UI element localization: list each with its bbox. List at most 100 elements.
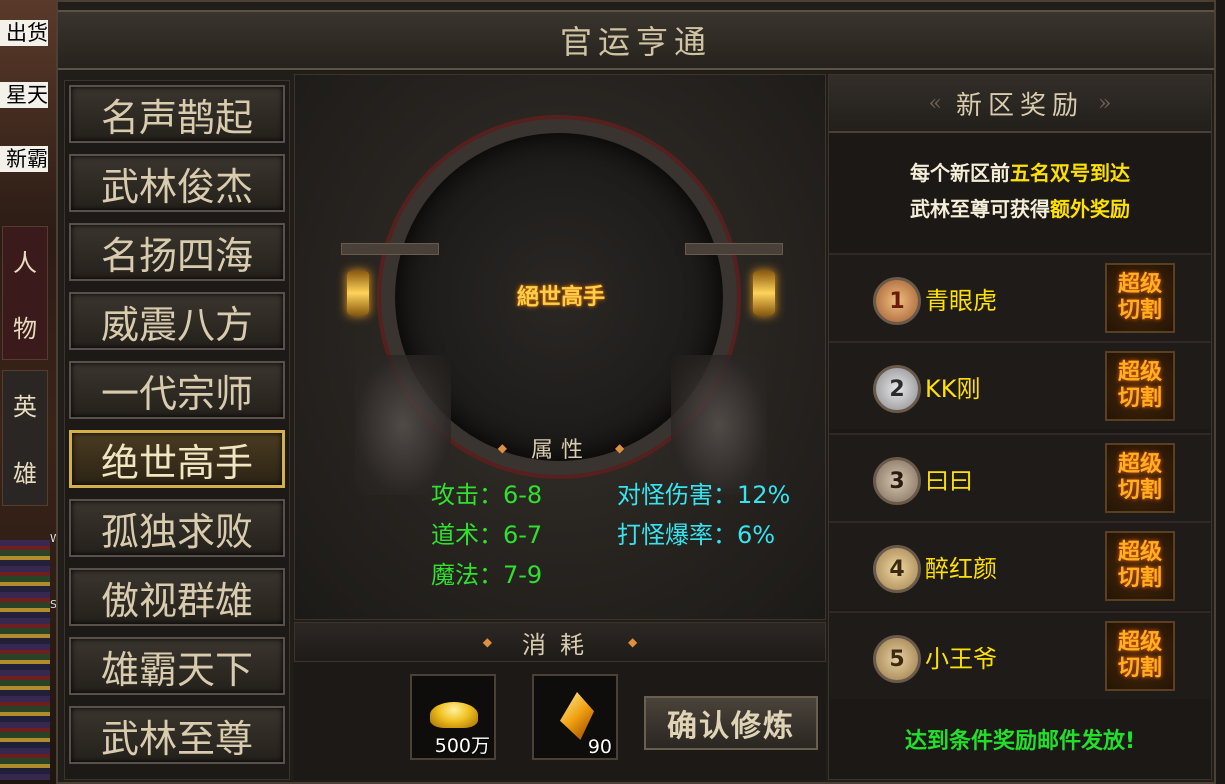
desc-highlight: 五名双号到达: [1010, 161, 1130, 185]
badge-line: 超级: [1117, 272, 1162, 297]
desc-highlight: 额外奖励: [1050, 197, 1130, 221]
game-background-strip: 出货 星天 新霸 人 物 英 雄 W D S: [0, 0, 56, 784]
lantern-bar: [685, 243, 783, 255]
badge-line: 切割: [1117, 298, 1162, 323]
player-nameplate: 出货: [0, 20, 48, 46]
attr-value: 6%: [737, 521, 776, 549]
desc-text: 武林至尊可获得: [910, 197, 1050, 221]
attr-value: 12%: [737, 481, 791, 509]
attr-attack: 攻击：6-8: [431, 475, 542, 510]
rank-item[interactable]: 雄霸天下: [69, 637, 285, 695]
lantern-bar: [341, 243, 439, 255]
character-tab-char: 物: [13, 314, 37, 343]
reward-footer-notice: 达到条件奖励邮件发放!: [904, 729, 1136, 754]
rank-item[interactable]: 威震八方: [69, 292, 285, 350]
attr-drop-rate: 打怪爆率：6%: [617, 515, 775, 550]
item-slot-gold[interactable]: 500万: [410, 674, 496, 760]
reward-row: 1 青眼虎 超级 切割: [829, 253, 1211, 341]
attr-label: 道术：: [431, 521, 503, 549]
diamond-icon: ◆: [482, 635, 492, 649]
rank-medal-icon: 4: [873, 545, 921, 593]
hero-tab-char: 雄: [13, 460, 37, 488]
rank-item[interactable]: 武林至尊: [69, 706, 285, 764]
super-cut-reward-icon[interactable]: 超级 切割: [1105, 443, 1175, 513]
amber-crystal-icon: [560, 692, 594, 740]
emblem-rank-title: 絕世高手: [516, 284, 605, 310]
rank-item[interactable]: 名扬四海: [69, 223, 285, 281]
rank-item-selected[interactable]: 绝世高手: [69, 430, 285, 488]
rank-item[interactable]: 名声鹊起: [69, 85, 285, 143]
attr-value: 7-9: [503, 561, 543, 589]
diamond-icon: ◆: [628, 635, 638, 649]
badge-line: 切割: [1117, 656, 1162, 681]
chevron-right-icon: »: [1098, 90, 1112, 116]
player-name: KK刚: [925, 375, 981, 403]
item-count: 90: [587, 736, 612, 758]
player-name: 青眼虎: [925, 287, 997, 315]
hero-tab[interactable]: 英 雄: [2, 370, 48, 506]
item-count: 500万: [434, 735, 490, 757]
attr-label: 攻击：: [431, 481, 503, 509]
attr-label: 对怪伤害：: [617, 481, 737, 509]
chat-log: [0, 540, 50, 780]
window-title: 官运亨通: [559, 23, 712, 61]
rank-list: 名声鹊起 武林俊杰 名扬四海 威震八方 一代宗师 绝世高手 孤独求败 傲视群雄 …: [64, 80, 290, 780]
reward-header: « 新区奖励 »: [829, 75, 1211, 133]
badge-line: 超级: [1117, 540, 1162, 565]
attr-value: 6-8: [503, 481, 543, 509]
attr-monster-damage: 对怪伤害：12%: [617, 475, 790, 510]
new-server-reward-panel: « 新区奖励 » 每个新区前五名双号到达 武林至尊可获得额外奖励 1 青眼虎 超…: [828, 74, 1212, 780]
rank-item[interactable]: 武林俊杰: [69, 154, 285, 212]
super-cut-reward-icon[interactable]: 超级 切割: [1105, 263, 1175, 333]
super-cut-reward-icon[interactable]: 超级 切割: [1105, 621, 1175, 691]
reward-description: 每个新区前五名双号到达 武林至尊可获得额外奖励: [829, 155, 1211, 227]
super-cut-reward-icon[interactable]: 超级 切割: [1105, 531, 1175, 601]
rank-emblem-area: 絕世高手 ◆ 属性 ◆ 攻击：6-8 道术：6-7 魔法：7-9 对怪伤害：12…: [294, 74, 826, 620]
reward-row: 3 曰曰 超级 切割: [829, 433, 1211, 521]
player-name: 醉红颜: [925, 555, 997, 583]
diamond-icon: ◆: [615, 441, 625, 455]
player-name: 小王爷: [925, 645, 997, 673]
rank-medal-icon: 3: [873, 457, 921, 505]
badge-line: 切割: [1117, 386, 1162, 411]
reward-row: 4 醉红颜 超级 切割: [829, 521, 1211, 609]
consume-header-label: 消耗: [522, 630, 598, 659]
diamond-icon: ◆: [497, 441, 507, 455]
player-nameplate: 新霸: [0, 146, 48, 172]
attr-label: 魔法：: [431, 561, 503, 589]
rank-medal-icon: 2: [873, 365, 921, 413]
attr-label: 打怪爆率：: [617, 521, 737, 549]
chevron-left-icon: «: [928, 90, 942, 116]
super-cut-reward-icon[interactable]: 超级 切割: [1105, 351, 1175, 421]
rank-medal-icon: 1: [873, 277, 921, 325]
badge-line: 超级: [1117, 452, 1162, 477]
attributes-header-label: 属性: [530, 438, 591, 463]
attr-value: 6-7: [503, 521, 543, 549]
attributes-header: ◆ 属性 ◆: [471, 433, 651, 463]
dragon-ornament-icon: [355, 355, 451, 495]
player-name: 曰曰: [925, 467, 973, 495]
official-rank-panel: 官运亨通 名声鹊起 武林俊杰 名扬四海 威震八方 一代宗师 绝世高手 孤独求败 …: [56, 0, 1216, 784]
badge-line: 超级: [1117, 630, 1162, 655]
rank-item[interactable]: 孤独求败: [69, 499, 285, 557]
rank-item[interactable]: 傲视群雄: [69, 568, 285, 626]
rank-item[interactable]: 一代宗师: [69, 361, 285, 419]
desc-text: 每个新区前: [910, 161, 1010, 185]
dragon-ornament-icon: [671, 355, 767, 495]
consume-header: ◆ 消耗 ◆: [294, 622, 826, 662]
reward-row: 2 KK刚 超级 切割: [829, 341, 1211, 429]
title-bar: 官运亨通: [58, 10, 1214, 70]
confirm-train-button[interactable]: 确认修炼: [644, 696, 818, 750]
character-tab-char: 人: [13, 248, 37, 277]
gold-ingot-icon: [430, 702, 478, 728]
attr-taoism: 道术：6-7: [431, 515, 542, 550]
reward-header-label: 新区奖励: [955, 90, 1084, 121]
item-slot-crystal[interactable]: 90: [532, 674, 618, 760]
reward-row: 5 小王爷 超级 切割: [829, 611, 1211, 699]
player-nameplate: 星天: [0, 82, 48, 108]
hero-tab-char: 英: [13, 393, 37, 421]
character-tab[interactable]: 人 物: [2, 226, 48, 360]
badge-line: 切割: [1117, 566, 1162, 591]
badge-line: 切割: [1117, 478, 1162, 503]
attributes-grid: 攻击：6-8 道术：6-7 魔法：7-9 对怪伤害：12% 打怪爆率：6%: [375, 475, 790, 589]
